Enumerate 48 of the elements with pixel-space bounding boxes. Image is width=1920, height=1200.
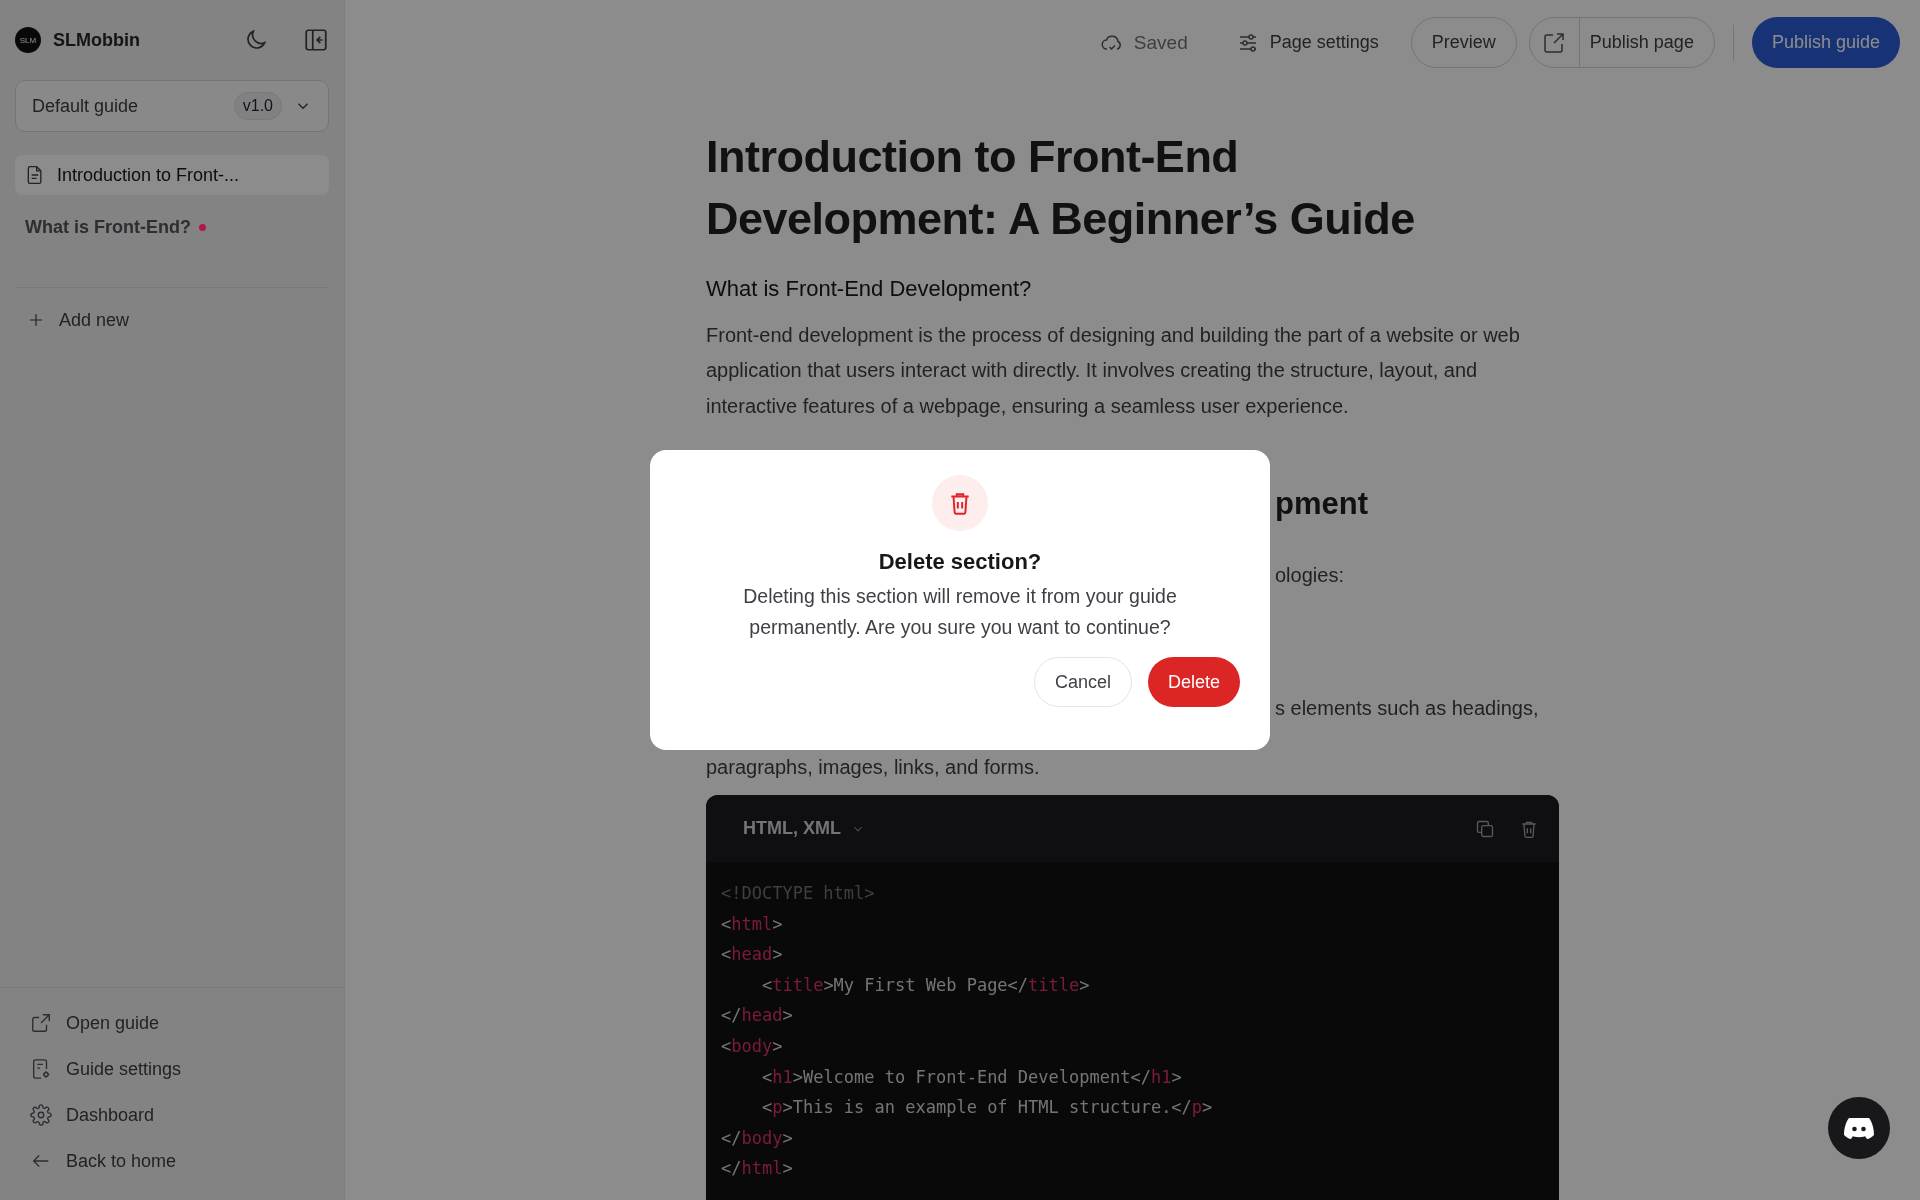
cancel-button[interactable]: Cancel [1033, 657, 1132, 707]
dialog-title: Delete section? [878, 549, 1042, 575]
code-line: <title>My First Web Page</title> [760, 973, 1090, 997]
guide-name: Default guide [32, 95, 140, 117]
settings-icon [30, 1104, 52, 1126]
copy-icon[interactable] [1475, 818, 1495, 839]
paragraph: Front-end development is the process of designing and building the part of a website or web application that users interact with directly. It involves creating the structure, layout, and interactive features of a webpage, ensuring a seamless user experience. [706, 322, 1521, 419]
page-item[interactable]: What is Front-End? [15, 207, 329, 247]
save-status: Saved [1133, 31, 1188, 54]
language-dropdown[interactable]: HTML, XML [743, 818, 865, 840]
sidebar-link[interactable]: Open guide [30, 1010, 314, 1036]
brand-logo: SLM [15, 27, 41, 53]
page-title: Introduction to Front-End Development: A Beginner’s Guide [706, 129, 1416, 246]
section-heading: pment [1275, 486, 1368, 523]
guide-settings-icon [30, 1058, 52, 1080]
paragraph: ologies: [1275, 564, 1344, 588]
external-link-icon [1542, 30, 1567, 55]
sidebar-link[interactable]: Back to home [30, 1148, 314, 1174]
preview-button[interactable]: Preview [1410, 17, 1517, 69]
sidebar-link[interactable]: Dashboard [30, 1102, 314, 1128]
page-item[interactable]: Introduction to Front-... [15, 155, 329, 195]
delete-button[interactable]: Delete [1147, 657, 1240, 707]
code-line: </head> [721, 1004, 793, 1028]
brand-name: SLMobbin [53, 29, 141, 51]
dialog-message: Deleting this section will remove it from your guide permanently. Are you sure you want to continue? [742, 584, 1178, 640]
game-controller-icon [1844, 1116, 1874, 1140]
publish-page-button[interactable]: Publish page [1528, 17, 1715, 69]
page-subtitle: What is Front-End Development? [706, 275, 1033, 302]
guide-dropdown[interactable]: Default guide v1.0 [15, 80, 329, 132]
code-line: <p>This is an example of HTML structure.</p> [760, 1096, 1213, 1120]
sidebar-link[interactable]: Guide settings [30, 1056, 314, 1082]
code-line: </html> [721, 1157, 793, 1181]
code-line: <h1>Welcome to Front-End Development</h1> [760, 1065, 1182, 1089]
code-line: <html> [721, 912, 783, 936]
publish-guide-button[interactable]: Publish guide [1751, 17, 1900, 69]
code-line: </body> [721, 1126, 793, 1150]
collapse-sidebar-icon[interactable] [303, 27, 329, 53]
plus-icon [27, 311, 45, 329]
document-icon [25, 164, 45, 186]
external-link-icon [30, 1012, 52, 1034]
code-line: <head> [721, 943, 783, 967]
code-line: <body> [721, 1035, 783, 1059]
version-badge: v1.0 [233, 92, 282, 120]
code-line: <!DOCTYPE html> [721, 882, 875, 906]
page-settings-button[interactable]: Page settings [1229, 29, 1385, 56]
add-new-button[interactable]: Add new [15, 300, 329, 340]
paragraph: s elements such as headings, [1275, 697, 1539, 721]
paragraph: paragraphs, images, links, and forms. [706, 756, 1040, 780]
